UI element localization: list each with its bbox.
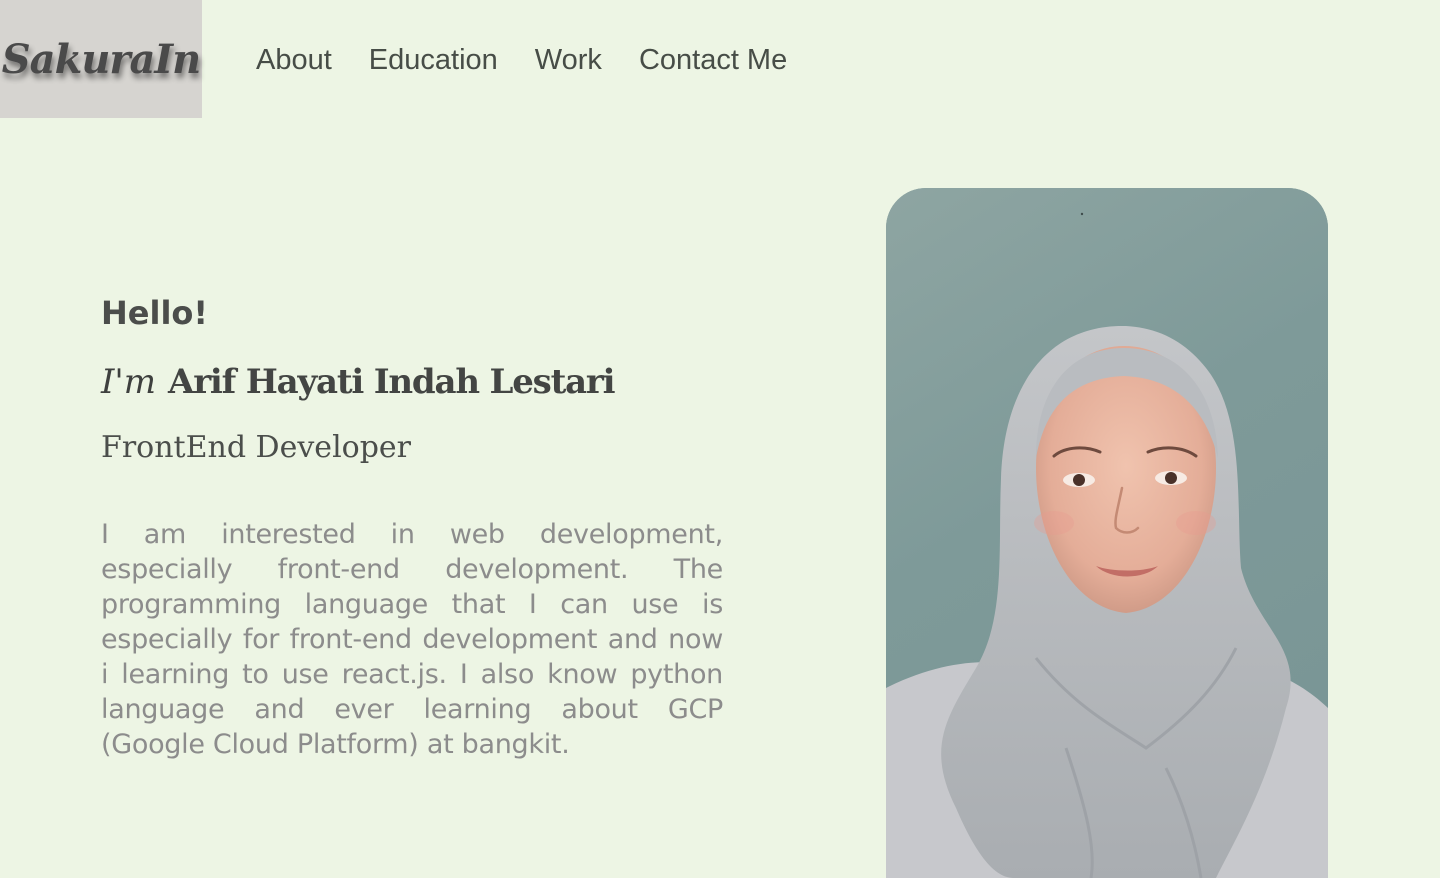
profile-photo: [886, 188, 1328, 878]
bio-paragraph: I am interested in web development, espe…: [101, 519, 723, 760]
main-nav: About Education Work Contact Me: [256, 40, 787, 80]
role-title: FrontEnd Developer: [101, 430, 412, 465]
logo-box[interactable]: SakuraIn: [0, 0, 202, 118]
nav-contact-me[interactable]: Contact Me: [639, 40, 787, 80]
nav-about[interactable]: About: [256, 40, 332, 80]
greeting: Hello!: [101, 294, 208, 332]
nav-education[interactable]: Education: [369, 40, 498, 80]
logo: SakuraIn: [1, 35, 201, 83]
nav-work[interactable]: Work: [535, 40, 602, 80]
name-line: I'm Arif Hayati Indah Lestari: [101, 362, 616, 402]
im-label: I'm: [101, 362, 157, 402]
portrait-illustration: [886, 188, 1328, 878]
full-name: Arif Hayati Indah Lestari: [168, 362, 616, 402]
